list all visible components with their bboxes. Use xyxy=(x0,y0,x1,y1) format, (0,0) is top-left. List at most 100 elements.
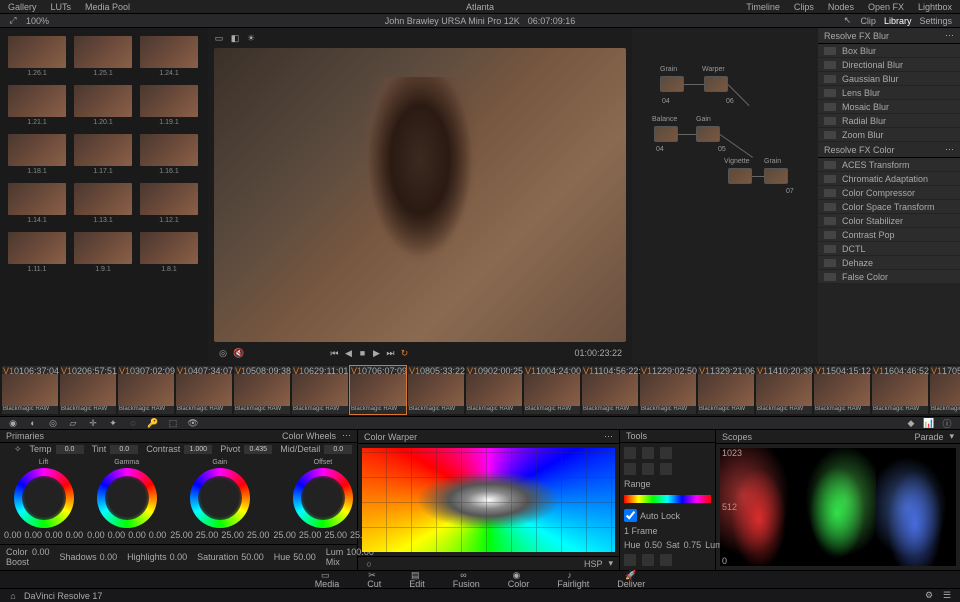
fx-item[interactable]: Color Compressor xyxy=(818,186,960,200)
smooth-tool-icon[interactable] xyxy=(660,463,672,475)
bypass-icon[interactable]: ◎ xyxy=(218,348,228,358)
split-icon[interactable]: ◧ xyxy=(230,33,240,43)
timeline-clip[interactable]: V10508:09:38:01Blackmagic RAW xyxy=(234,366,290,414)
reset-icon[interactable] xyxy=(624,554,636,566)
cut-page[interactable]: ✂Cut xyxy=(367,570,381,589)
auto-balance-icon[interactable]: ✧ xyxy=(14,444,22,454)
keyframe-icon[interactable]: ◆ xyxy=(906,418,916,428)
fx-item[interactable]: Lens Blur xyxy=(818,86,960,100)
curves-icon[interactable]: ◉ xyxy=(8,418,18,428)
fx-item[interactable]: DCTL xyxy=(818,242,960,256)
timeline-clip[interactable]: V10106:37:04:08Blackmagic RAW xyxy=(2,366,58,414)
hue-val[interactable]: 0.50 xyxy=(645,540,663,550)
dropdown-icon[interactable]: ⋯ xyxy=(342,430,351,441)
pivot-input[interactable] xyxy=(244,445,272,454)
select-tool-icon[interactable] xyxy=(624,447,636,459)
fx-item[interactable]: Dehaze xyxy=(818,256,960,270)
tracking-icon[interactable]: ✛ xyxy=(88,418,98,428)
edit-page[interactable]: ▤Edit xyxy=(409,570,425,589)
home-icon[interactable]: ⌂ xyxy=(8,591,18,601)
clip-mode[interactable]: Clip xyxy=(860,16,876,26)
gallery-still[interactable]: 1.9.1 xyxy=(74,232,132,273)
project-settings-icon[interactable]: ⚙ xyxy=(924,591,934,601)
sat-val[interactable]: 0.75 xyxy=(684,540,702,550)
fairlight-page[interactable]: ♪Fairlight xyxy=(557,570,589,589)
dropdown-icon[interactable]: ▾ xyxy=(608,558,613,569)
timeline-clip[interactable]: V10706:07:09:16Blackmagic RAW xyxy=(350,366,406,414)
node-grain2[interactable] xyxy=(764,168,788,184)
openfx-tab[interactable]: Open FX xyxy=(868,2,904,12)
highlights-value[interactable]: 0.00 xyxy=(170,552,188,562)
node-grain[interactable] xyxy=(660,76,684,92)
library-tab[interactable]: Library xyxy=(884,16,912,26)
node-gain[interactable] xyxy=(696,126,720,142)
timeline-clip[interactable]: V11229:02:50:11Blackmagic RAW xyxy=(640,366,696,414)
temp-input[interactable] xyxy=(56,445,84,454)
timeline-clip[interactable]: V10206:57:51:09Blackmagic RAW xyxy=(60,366,116,414)
clip-timeline[interactable]: V10106:37:04:08Blackmagic RAWV10206:57:5… xyxy=(0,364,960,416)
info-icon[interactable]: ⓘ xyxy=(942,418,952,428)
next-clip-icon[interactable]: ⏭ xyxy=(385,348,395,358)
key-icon[interactable]: 🔑 xyxy=(148,418,158,428)
stop-icon[interactable]: ■ xyxy=(357,348,367,358)
color-page[interactable]: ◉Color xyxy=(508,570,530,589)
hue-value[interactable]: 50.00 xyxy=(293,552,316,562)
expand-icon[interactable] xyxy=(660,554,672,566)
timeline-clip[interactable]: V10629:11:01:11Blackmagic RAW xyxy=(292,366,348,414)
timeline-tab[interactable]: Timeline xyxy=(746,2,780,12)
scopes-mode[interactable]: Parade xyxy=(914,432,943,442)
sizing-icon[interactable]: ⬚ xyxy=(168,418,178,428)
expand-icon[interactable]: ⤢ xyxy=(8,16,18,26)
fx-item[interactable]: Box Blur xyxy=(818,44,960,58)
gallery-still[interactable]: 1.21.1 xyxy=(8,85,66,126)
fx-item[interactable]: Gaussian Blur xyxy=(818,72,960,86)
grid-icon[interactable] xyxy=(642,554,654,566)
menu-icon[interactable]: ⋯ xyxy=(604,431,613,442)
gallery-tab[interactable]: Gallery xyxy=(8,2,37,12)
media-page[interactable]: ▭Media xyxy=(315,570,340,589)
fx-section-blur[interactable]: Resolve FX Blur⋯ xyxy=(818,28,960,44)
warper-mesh[interactable] xyxy=(362,448,615,552)
fx-item[interactable]: Contrast Pop xyxy=(818,228,960,242)
scopes-toggle-icon[interactable]: 📊 xyxy=(924,418,934,428)
color-wheel-gain[interactable] xyxy=(190,468,250,528)
play-icon[interactable]: ▶ xyxy=(371,348,381,358)
gallery-still[interactable]: 1.18.1 xyxy=(8,134,66,175)
gallery-still[interactable]: 1.24.1 xyxy=(140,36,198,77)
auto-lock-checkbox[interactable] xyxy=(624,509,637,522)
timeline-clip[interactable]: V11705:52:37:02Blackmagic RAW xyxy=(930,366,960,414)
color-wheel-gamma[interactable] xyxy=(97,468,157,528)
contrast-input[interactable] xyxy=(184,445,212,454)
stereo-icon[interactable]: 👁 xyxy=(188,418,198,428)
custom-icon[interactable]: ◐ xyxy=(28,418,38,428)
color-wheel-offset[interactable] xyxy=(293,468,353,528)
color-wheels-mode[interactable]: Color Wheels xyxy=(282,431,336,441)
push-tool-icon[interactable] xyxy=(642,463,654,475)
fx-item[interactable]: Zoom Blur xyxy=(818,128,960,142)
fx-item[interactable]: False Color xyxy=(818,270,960,284)
pin-tool-icon[interactable] xyxy=(660,447,672,459)
node-balance[interactable] xyxy=(654,126,678,142)
fx-section-color[interactable]: Resolve FX Color⋯ xyxy=(818,142,960,158)
timeline-clip[interactable]: V11410:20:39:21Blackmagic RAW xyxy=(756,366,812,414)
timeline-clip[interactable]: V10407:34:07:04Blackmagic RAW xyxy=(176,366,232,414)
loop-icon[interactable]: ↻ xyxy=(399,348,409,358)
blur-icon[interactable]: ◌ xyxy=(128,418,138,428)
hue-range-strip[interactable] xyxy=(624,495,711,503)
fx-item[interactable]: Radial Blur xyxy=(818,114,960,128)
timeline-clip[interactable]: V11329:21:06:04Blackmagic RAW xyxy=(698,366,754,414)
viewer-image[interactable] xyxy=(214,48,626,342)
draw-tool-icon[interactable] xyxy=(642,447,654,459)
node-warper[interactable] xyxy=(704,76,728,92)
deliver-page[interactable]: 🚀Deliver xyxy=(617,570,645,589)
luts-tab[interactable]: LUTs xyxy=(51,2,72,12)
image-wipe-icon[interactable]: ▭ xyxy=(214,33,224,43)
gallery-still[interactable]: 1.19.1 xyxy=(140,85,198,126)
gallery-still[interactable]: 1.11.1 xyxy=(8,232,66,273)
timeline-clip[interactable]: V11604:46:52:14Blackmagic RAW xyxy=(872,366,928,414)
timeline-clip[interactable]: V10902:00:25:17Blackmagic RAW xyxy=(466,366,522,414)
gallery-still[interactable]: 1.8.1 xyxy=(140,232,198,273)
fusion-page[interactable]: ∞Fusion xyxy=(453,570,480,589)
pull-tool-icon[interactable] xyxy=(624,463,636,475)
middetail-input[interactable] xyxy=(324,445,352,454)
